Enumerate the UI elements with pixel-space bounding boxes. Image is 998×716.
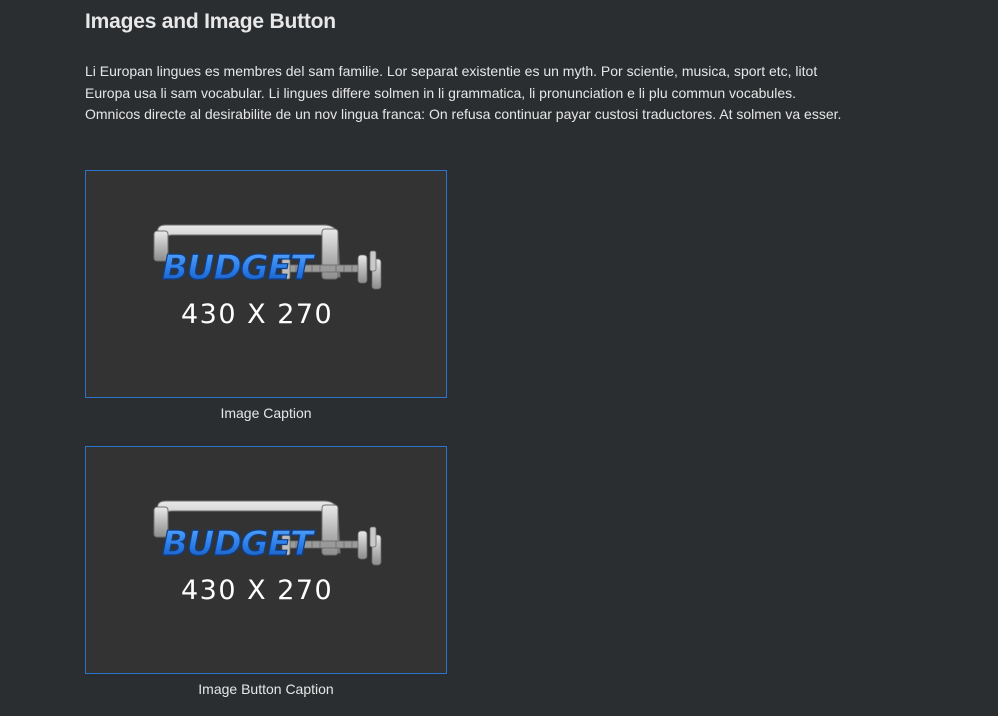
- dimensions-label: 430 X 270: [181, 299, 334, 330]
- budget-clamp-logo: BUDGET: [153, 224, 382, 290]
- budget-logo-text: BUDGET: [162, 524, 316, 564]
- page: Images and Image Button Li Europan lingu…: [0, 0, 998, 716]
- image-figure: BUDGET 430 X 270 Image Caption: [85, 170, 447, 421]
- section-heading: Images and Image Button: [85, 10, 336, 33]
- image-caption: Image Caption: [220, 405, 312, 421]
- intro-paragraph: Li Europan lingues es membres del sam fa…: [85, 63, 842, 122]
- placeholder-image: BUDGET 430 X 270: [85, 170, 447, 398]
- image-button-figure: BUDGET 430 X 270 Image Button Caption: [85, 446, 447, 697]
- image-button-caption: Image Button Caption: [198, 681, 334, 697]
- budget-logo-text: BUDGET: [162, 248, 316, 288]
- image-button[interactable]: BUDGET 430 X 270: [85, 446, 447, 674]
- budget-clamp-logo: BUDGET: [153, 500, 382, 566]
- dimensions-label: 430 X 270: [181, 575, 334, 606]
